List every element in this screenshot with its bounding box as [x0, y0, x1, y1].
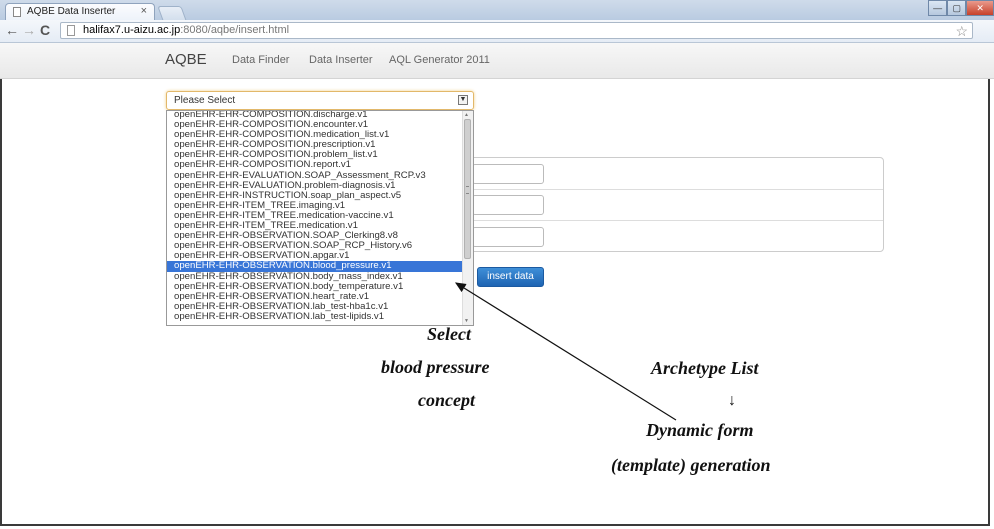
annotation-archetype-list: Archetype List: [651, 358, 759, 378]
annotation-blood-pressure: blood pressure: [381, 357, 490, 377]
annotation-dynamic-form: Dynamic form: [646, 420, 754, 440]
annotation-template-generation: (template) generation: [611, 455, 771, 475]
annotation-arrows: [454, 282, 677, 421]
annotation-select: Select: [427, 324, 471, 344]
annotation-concept: concept: [418, 390, 475, 410]
annotation-arrow: [454, 282, 677, 421]
annotation-down-arrow: ↓: [728, 392, 736, 409]
